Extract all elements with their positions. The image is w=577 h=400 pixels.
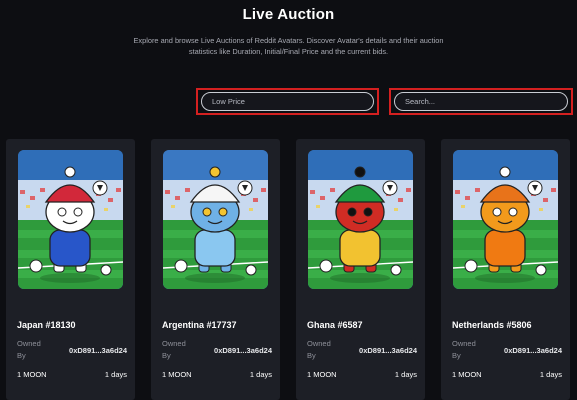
auction-card[interactable]: Ghana #6587 Owned By 0xD891...3a6d24 1 M… [296,139,425,400]
owned-by-label: Owned By [307,339,331,360]
auction-card[interactable]: Argentina #17737 Owned By 0xD891...3a6d2… [151,139,280,400]
owned-by-label: Owned By [17,339,41,360]
auction-duration: 1 days [104,370,127,379]
current-price: 1 MOON [307,370,337,379]
search-input[interactable] [405,97,567,106]
avatar-name[interactable]: Netherlands #5806 [452,320,532,330]
search-field[interactable] [389,88,573,115]
owner-address[interactable]: 0xD891...3a6d24 [69,346,127,355]
owned-by-label: Owned By [162,339,186,360]
avatar-image[interactable] [163,150,268,289]
owned-by-label: Owned By [452,339,476,360]
owner-address[interactable]: 0xD891...3a6d24 [359,346,417,355]
auction-card[interactable]: Netherlands #5806 Owned By 0xD891...3a6d… [441,139,570,400]
low-price-filter[interactable] [196,88,379,115]
current-price: 1 MOON [162,370,192,379]
current-price: 1 MOON [17,370,47,379]
current-price: 1 MOON [452,370,482,379]
avatar-name[interactable]: Japan #18130 [17,320,76,330]
avatar-image[interactable] [18,150,123,289]
avatar-image[interactable] [453,150,558,289]
auction-card[interactable]: Japan #18130 Owned By 0xD891...3a6d24 1 … [6,139,135,400]
avatar-name[interactable]: Argentina #17737 [162,320,237,330]
owner-address[interactable]: 0xD891...3a6d24 [214,346,272,355]
auction-duration: 1 days [539,370,562,379]
page-title: Live Auction [242,6,335,23]
auction-duration: 1 days [249,370,272,379]
avatar-name[interactable]: Ghana #6587 [307,320,363,330]
avatar-image[interactable] [308,150,413,289]
owner-address[interactable]: 0xD891...3a6d24 [504,346,562,355]
auction-duration: 1 days [394,370,417,379]
page-description: Explore and browse Live Auctions of Redd… [133,36,444,56]
low-price-input[interactable] [212,97,373,106]
